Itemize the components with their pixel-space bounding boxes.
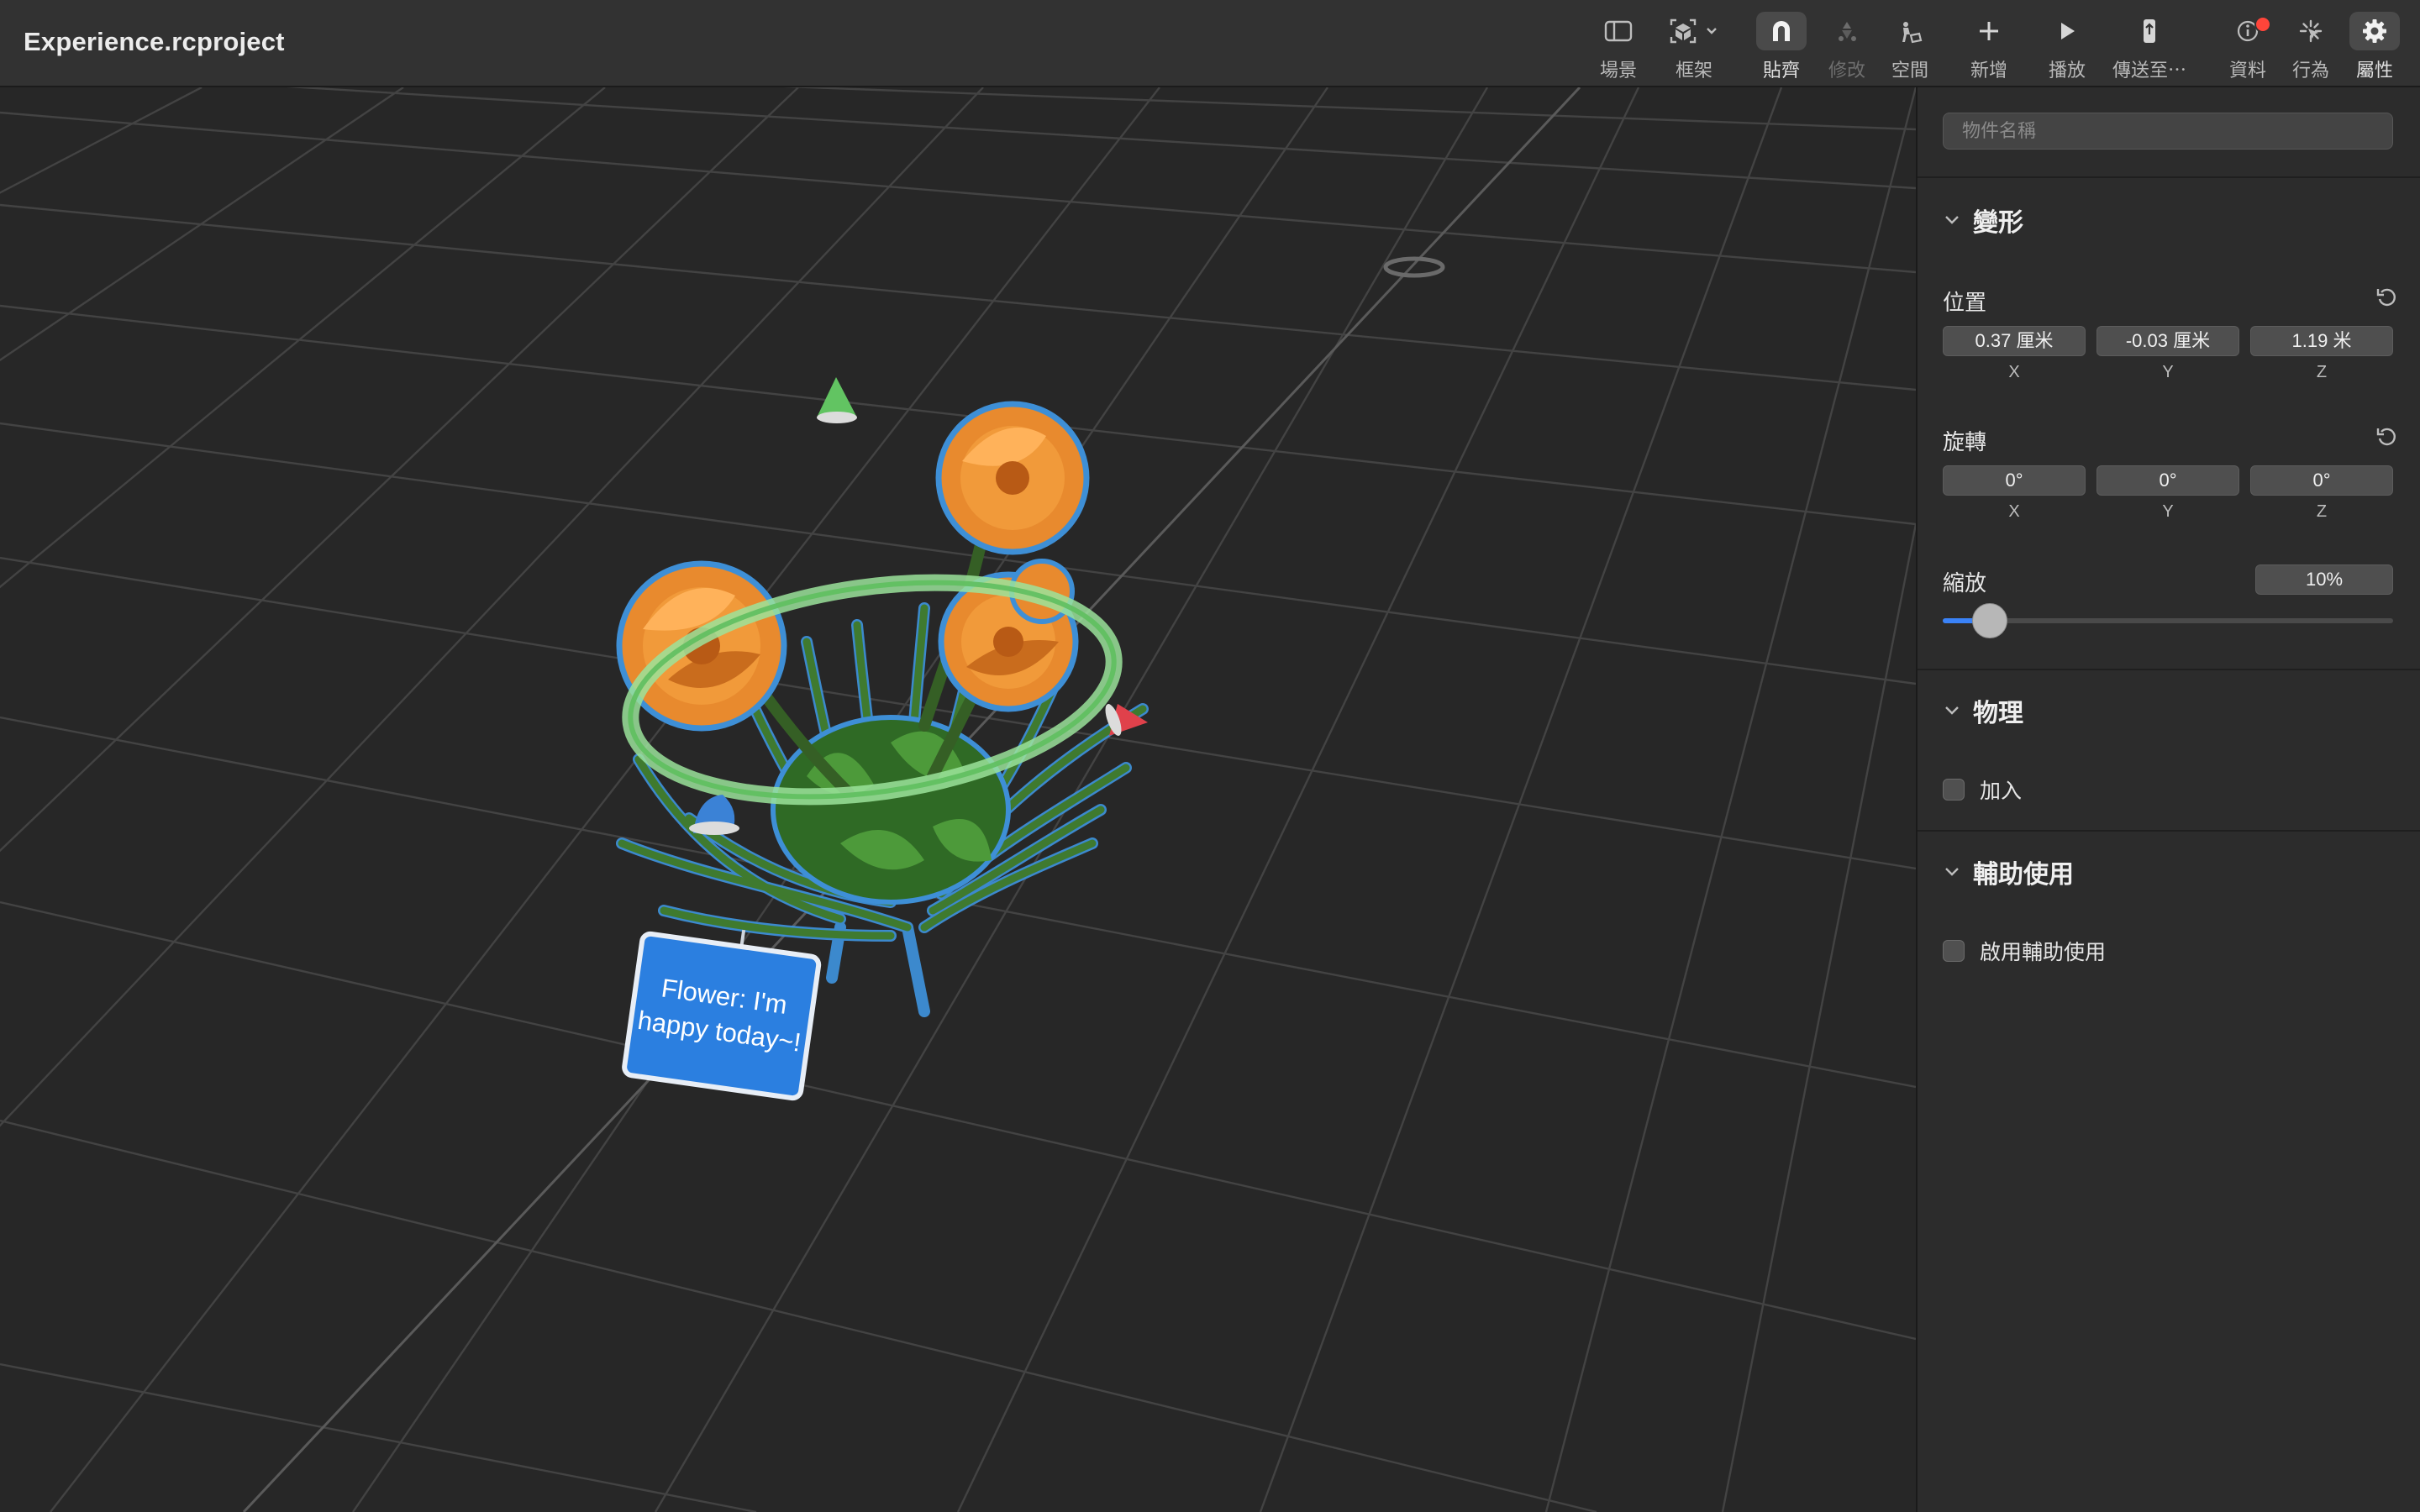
toolbar-snap-label: 貼齊 bbox=[1762, 60, 1800, 81]
chevron-down-icon bbox=[1943, 211, 1961, 229]
physics-participate-checkbox[interactable] bbox=[1943, 779, 1965, 801]
toolbar-play-button[interactable]: 播放 bbox=[2042, 12, 2092, 82]
physics-section-header[interactable]: 物理 bbox=[1943, 692, 2023, 729]
rotation-label: 旋轉 bbox=[1943, 429, 1987, 454]
position-label: 位置 bbox=[1943, 290, 1987, 315]
toolbar-space-label: 空間 bbox=[1891, 60, 1928, 81]
send-device-icon bbox=[2111, 12, 2188, 50]
sidebar-icon bbox=[1593, 12, 1644, 50]
y-axis-handle[interactable] bbox=[817, 377, 857, 423]
gear-icon bbox=[2349, 12, 2400, 50]
axis-z-label: Z bbox=[2316, 363, 2328, 381]
scale-label: 縮放 bbox=[1943, 570, 1987, 596]
divider bbox=[1918, 176, 2420, 178]
space-icon bbox=[1885, 12, 1935, 50]
toolbar-play-label: 播放 bbox=[2048, 60, 2086, 81]
rotation-y-field[interactable]: 0° bbox=[2096, 465, 2239, 496]
position-x-field[interactable]: 0.37 厘米 bbox=[1943, 326, 2086, 356]
window-title: Experience.rcproject bbox=[24, 27, 285, 56]
accessibility-section-header[interactable]: 輔助使用 bbox=[1943, 853, 2074, 890]
accessibility-enable-label: 啟用輔助使用 bbox=[1980, 941, 2107, 964]
toolbar: Experience.rcproject 場景 框架 貼齊 修改 空間 新增 播… bbox=[0, 0, 2420, 87]
physics-participate-row[interactable]: 加入 bbox=[1943, 774, 2022, 805]
modify-icon bbox=[1822, 12, 1872, 50]
accessibility-section-title: 輔助使用 bbox=[1973, 861, 2074, 889]
scale-field[interactable]: 10% bbox=[2255, 564, 2393, 595]
z-axis-handle[interactable] bbox=[689, 795, 739, 835]
toolbar-info-label: 資料 bbox=[2228, 60, 2266, 81]
axis-y-label: Y bbox=[2162, 502, 2174, 521]
toolbar-add-button[interactable]: 新增 bbox=[1964, 12, 2014, 82]
toolbar-modify-label: 修改 bbox=[1828, 60, 1865, 81]
toolbar-modify-button[interactable]: 修改 bbox=[1822, 12, 1872, 82]
toolbar-scene-label: 場景 bbox=[1599, 60, 1637, 81]
toolbar-space-button[interactable]: 空間 bbox=[1885, 12, 1935, 82]
object-name-input[interactable] bbox=[1943, 113, 2393, 150]
toolbar-behaviors-button[interactable]: 行為 bbox=[2286, 12, 2336, 82]
flower-heads bbox=[616, 401, 1090, 732]
toolbar-info-button[interactable]: 資料 bbox=[2223, 12, 2273, 82]
frame-cube-icon bbox=[1662, 12, 1726, 50]
toolbar-frame-button[interactable]: 框架 bbox=[1662, 12, 1726, 82]
toolbar-send-button[interactable]: 傳送至⋯ bbox=[2111, 12, 2188, 82]
plus-icon bbox=[1964, 12, 2014, 50]
toolbar-send-label: 傳送至⋯ bbox=[2112, 60, 2186, 81]
toolbar-properties-label: 屬性 bbox=[2355, 60, 2393, 81]
scale-slider-thumb[interactable] bbox=[1972, 603, 2008, 638]
toolbar-scene-button[interactable]: 場景 bbox=[1593, 12, 1644, 82]
transform-section-title: 變形 bbox=[1973, 209, 2023, 237]
axis-y-label: Y bbox=[2162, 363, 2174, 381]
divider bbox=[1918, 830, 2420, 832]
rotation-x-field[interactable]: 0° bbox=[1943, 465, 2086, 496]
physics-participate-label: 加入 bbox=[1980, 780, 2023, 803]
position-y-field[interactable]: -0.03 厘米 bbox=[2096, 326, 2239, 356]
behaviors-icon bbox=[2286, 12, 2336, 50]
physics-section-title: 物理 bbox=[1973, 700, 2023, 727]
scale-slider[interactable] bbox=[1943, 603, 2393, 638]
scene-viewport[interactable]: Flower: I'm happy today~! bbox=[0, 87, 1916, 1512]
divider bbox=[1918, 669, 2420, 670]
toolbar-snap-button[interactable]: 貼齊 bbox=[1756, 12, 1807, 82]
play-icon bbox=[2042, 12, 2092, 50]
axis-x-label: X bbox=[2008, 502, 2020, 521]
inspector-panel: 變形 位置 0.37 厘米 -0.03 厘米 1.19 米 X Y Z 旋轉 0… bbox=[1916, 87, 2420, 1512]
chevron-down-icon bbox=[1943, 863, 1961, 881]
magnet-icon bbox=[1756, 12, 1807, 50]
info-icon bbox=[2223, 12, 2273, 50]
axis-x-label: X bbox=[2008, 363, 2020, 381]
flower-model[interactable]: Flower: I'm happy today~! bbox=[0, 87, 1916, 1512]
toolbar-frame-label: 框架 bbox=[1675, 60, 1712, 81]
notification-badge bbox=[2254, 16, 2271, 33]
accessibility-enable-row[interactable]: 啟用輔助使用 bbox=[1943, 936, 2106, 966]
rotation-z-field[interactable]: 0° bbox=[2250, 465, 2393, 496]
reset-position-icon[interactable] bbox=[2375, 286, 2398, 309]
accessibility-enable-checkbox[interactable] bbox=[1943, 940, 1965, 962]
transform-section-header[interactable]: 變形 bbox=[1943, 202, 2023, 239]
axis-z-label: Z bbox=[2316, 502, 2328, 521]
toolbar-add-label: 新增 bbox=[1970, 60, 2007, 81]
chevron-down-icon bbox=[1943, 701, 1961, 720]
flower-sign[interactable]: Flower: I'm happy today~! bbox=[622, 916, 822, 1101]
position-z-field[interactable]: 1.19 米 bbox=[2250, 326, 2393, 356]
reset-rotation-icon[interactable] bbox=[2375, 425, 2398, 449]
toolbar-behaviors-label: 行為 bbox=[2291, 60, 2329, 81]
toolbar-properties-button[interactable]: 屬性 bbox=[2349, 12, 2400, 82]
